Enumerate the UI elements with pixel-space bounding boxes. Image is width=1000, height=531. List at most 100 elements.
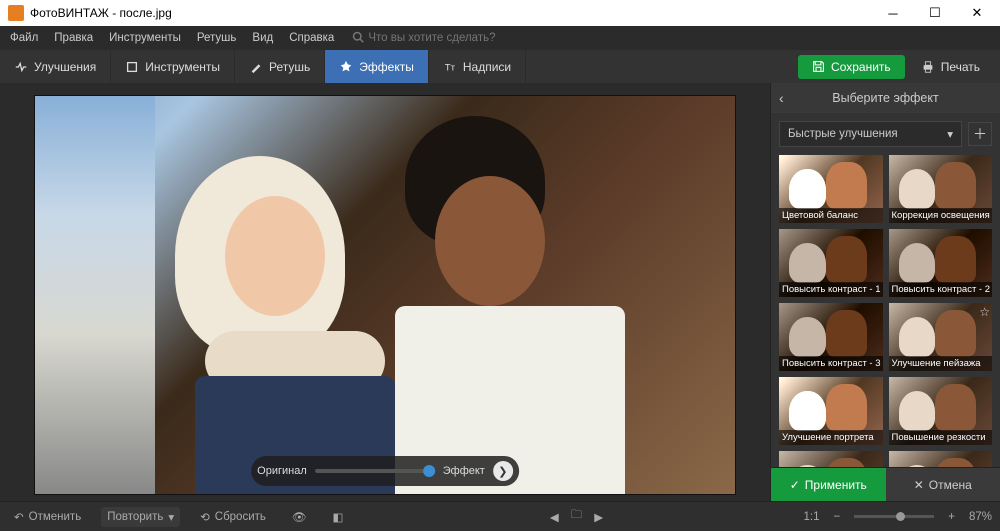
category-dropdown[interactable]: Быстрые улучшения ▾ [779, 121, 962, 147]
apply-label: Применить [805, 478, 867, 492]
chevron-down-icon: ▾ [947, 127, 953, 141]
compare-track[interactable] [315, 469, 435, 473]
undo-button[interactable]: ↶ Отменить [8, 507, 87, 527]
reset-button[interactable]: ⟲ Сбросить [194, 507, 272, 527]
tab-effects[interactable]: Эффекты [325, 50, 429, 83]
eye-icon: 👁 [292, 510, 307, 524]
effects-panel: ‹ Выберите эффект Быстрые улучшения ▾ ＋ … [770, 83, 1000, 501]
nav-next-button[interactable]: ▶ [590, 508, 607, 526]
undo-icon: ↶ [14, 510, 24, 524]
app-icon [8, 5, 24, 21]
cancel-label: Отмена [929, 478, 972, 492]
save-button[interactable]: Сохранить [798, 55, 905, 79]
search-icon [352, 31, 364, 46]
redo-label: Повторить [107, 511, 163, 523]
file-nav: ◀ 🗀 ▶ [546, 505, 607, 528]
workspace: Оригинал Эффект ❯ ‹ Выберите эффект Быст… [0, 83, 1000, 501]
category-label: Быстрые улучшения [788, 128, 898, 140]
apply-button[interactable]: ✓ Применить [771, 468, 886, 501]
favorite-icon[interactable]: ☆ [979, 305, 990, 319]
menubar: Файл Правка Инструменты Ретушь Вид Справ… [0, 26, 1000, 50]
menu-view[interactable]: Вид [246, 32, 279, 44]
close-icon: ✕ [914, 478, 924, 492]
tab-captions-label: Надписи [463, 60, 511, 74]
zoom-percent: 87% [969, 511, 992, 523]
menu-edit[interactable]: Правка [48, 32, 99, 44]
effect-label: Коррекция освещения [889, 208, 993, 223]
panel-actions: ✓ Применить ✕ Отмена [771, 467, 1000, 501]
window-controls: ─ ☐ ✕ [872, 0, 998, 26]
compare-original-label: Оригинал [257, 465, 307, 477]
maximize-button[interactable]: ☐ [914, 0, 956, 26]
statusbar: ↶ Отменить Повторить ▾ ⟲ Сбросить 👁 ◧ ◀ … [0, 501, 1000, 531]
effect-label: Повысить контраст - 3 [779, 356, 883, 371]
tab-effects-label: Эффекты [359, 60, 414, 74]
menu-file[interactable]: Файл [4, 32, 44, 44]
image-canvas[interactable]: Оригинал Эффект ❯ [35, 96, 735, 494]
titlebar: ФотоВИНТАЖ - после.jpg ─ ☐ ✕ [0, 0, 1000, 26]
print-button[interactable]: Печать [913, 55, 988, 79]
reset-icon: ⟲ [200, 510, 210, 524]
effect-thumb[interactable]: ☆ Улучшение пейзажа [889, 303, 993, 371]
check-icon: ✓ [790, 478, 800, 492]
compare-thumb[interactable] [423, 465, 435, 477]
chevron-down-icon: ▾ [168, 510, 174, 524]
panel-title: Выберите эффект [832, 91, 938, 105]
effect-label: Повысить контраст - 1 [779, 282, 883, 297]
effect-thumb[interactable]: Улучшение портрета [779, 377, 883, 445]
panel-category-row: Быстрые улучшения ▾ ＋ [779, 121, 992, 147]
toolbar-right: Сохранить Печать [798, 50, 1000, 83]
effect-thumb[interactable] [889, 451, 993, 467]
svg-text:Tт: Tт [445, 62, 456, 73]
nav-browse-button[interactable]: 🗀 [567, 505, 587, 528]
tab-retouch-label: Ретушь [269, 60, 310, 74]
tab-enhance-label: Улучшения [34, 60, 96, 74]
split-icon: ◧ [333, 510, 344, 524]
effect-thumb[interactable]: Повышение резкости [889, 377, 993, 445]
toolbar: Улучшения Инструменты Ретушь Эффекты Tт … [0, 50, 1000, 83]
panel-header: ‹ Выберите эффект [771, 83, 1000, 113]
search-input[interactable] [368, 32, 528, 44]
save-icon [812, 60, 825, 73]
tab-tools[interactable]: Инструменты [111, 50, 235, 83]
search-wrap [352, 31, 528, 46]
view-toggle-button[interactable]: 👁 [286, 507, 313, 527]
tab-captions[interactable]: Tт Надписи [429, 50, 526, 83]
compare-view-button[interactable]: ◧ [327, 507, 350, 527]
effect-label: Повысить контраст - 2 [889, 282, 993, 297]
tab-enhance[interactable]: Улучшения [0, 50, 111, 83]
save-label: Сохранить [831, 60, 891, 74]
menu-instruments[interactable]: Инструменты [103, 32, 187, 44]
redo-button[interactable]: Повторить ▾ [101, 507, 180, 527]
cancel-button[interactable]: ✕ Отмена [886, 468, 1000, 501]
effect-thumb[interactable]: Повысить контраст - 3 [779, 303, 883, 371]
menu-help[interactable]: Справка [283, 32, 340, 44]
effect-thumb[interactable]: Коррекция освещения [889, 155, 993, 223]
window-title: ФотоВИНТАЖ - после.jpg [30, 6, 172, 20]
zoom-in-button[interactable]: + [948, 511, 955, 523]
effect-thumb[interactable]: Цветовой баланс [779, 155, 883, 223]
folder-icon: 🗀 [571, 509, 583, 521]
effect-thumb[interactable]: Повысить контраст - 1 [779, 229, 883, 297]
effect-thumb[interactable] [779, 451, 883, 467]
zoom-slider[interactable] [854, 515, 934, 518]
compare-slider[interactable]: Оригинал Эффект ❯ [251, 456, 519, 486]
printer-icon [921, 60, 935, 74]
close-button[interactable]: ✕ [956, 0, 998, 26]
add-category-button[interactable]: ＋ [968, 122, 992, 146]
panel-back-button[interactable]: ‹ [779, 90, 784, 106]
effect-label: Улучшение пейзажа [889, 356, 993, 371]
menu-retouch[interactable]: Ретушь [191, 32, 243, 44]
effects-grid: Цветовой баланс Коррекция освещения Повы… [771, 155, 1000, 467]
nav-prev-button[interactable]: ◀ [546, 508, 563, 526]
zoom-out-button[interactable]: − [834, 511, 841, 523]
compare-effect-label: Эффект [443, 465, 485, 477]
print-label: Печать [941, 60, 980, 74]
zoom-ratio[interactable]: 1:1 [804, 511, 820, 523]
minimize-button[interactable]: ─ [872, 0, 914, 26]
tab-retouch[interactable]: Ретушь [235, 50, 325, 83]
canvas-area: Оригинал Эффект ❯ [0, 83, 770, 501]
compare-next-icon[interactable]: ❯ [493, 461, 513, 481]
effect-thumb[interactable]: Повысить контраст - 2 [889, 229, 993, 297]
effect-label: Цветовой баланс [779, 208, 883, 223]
